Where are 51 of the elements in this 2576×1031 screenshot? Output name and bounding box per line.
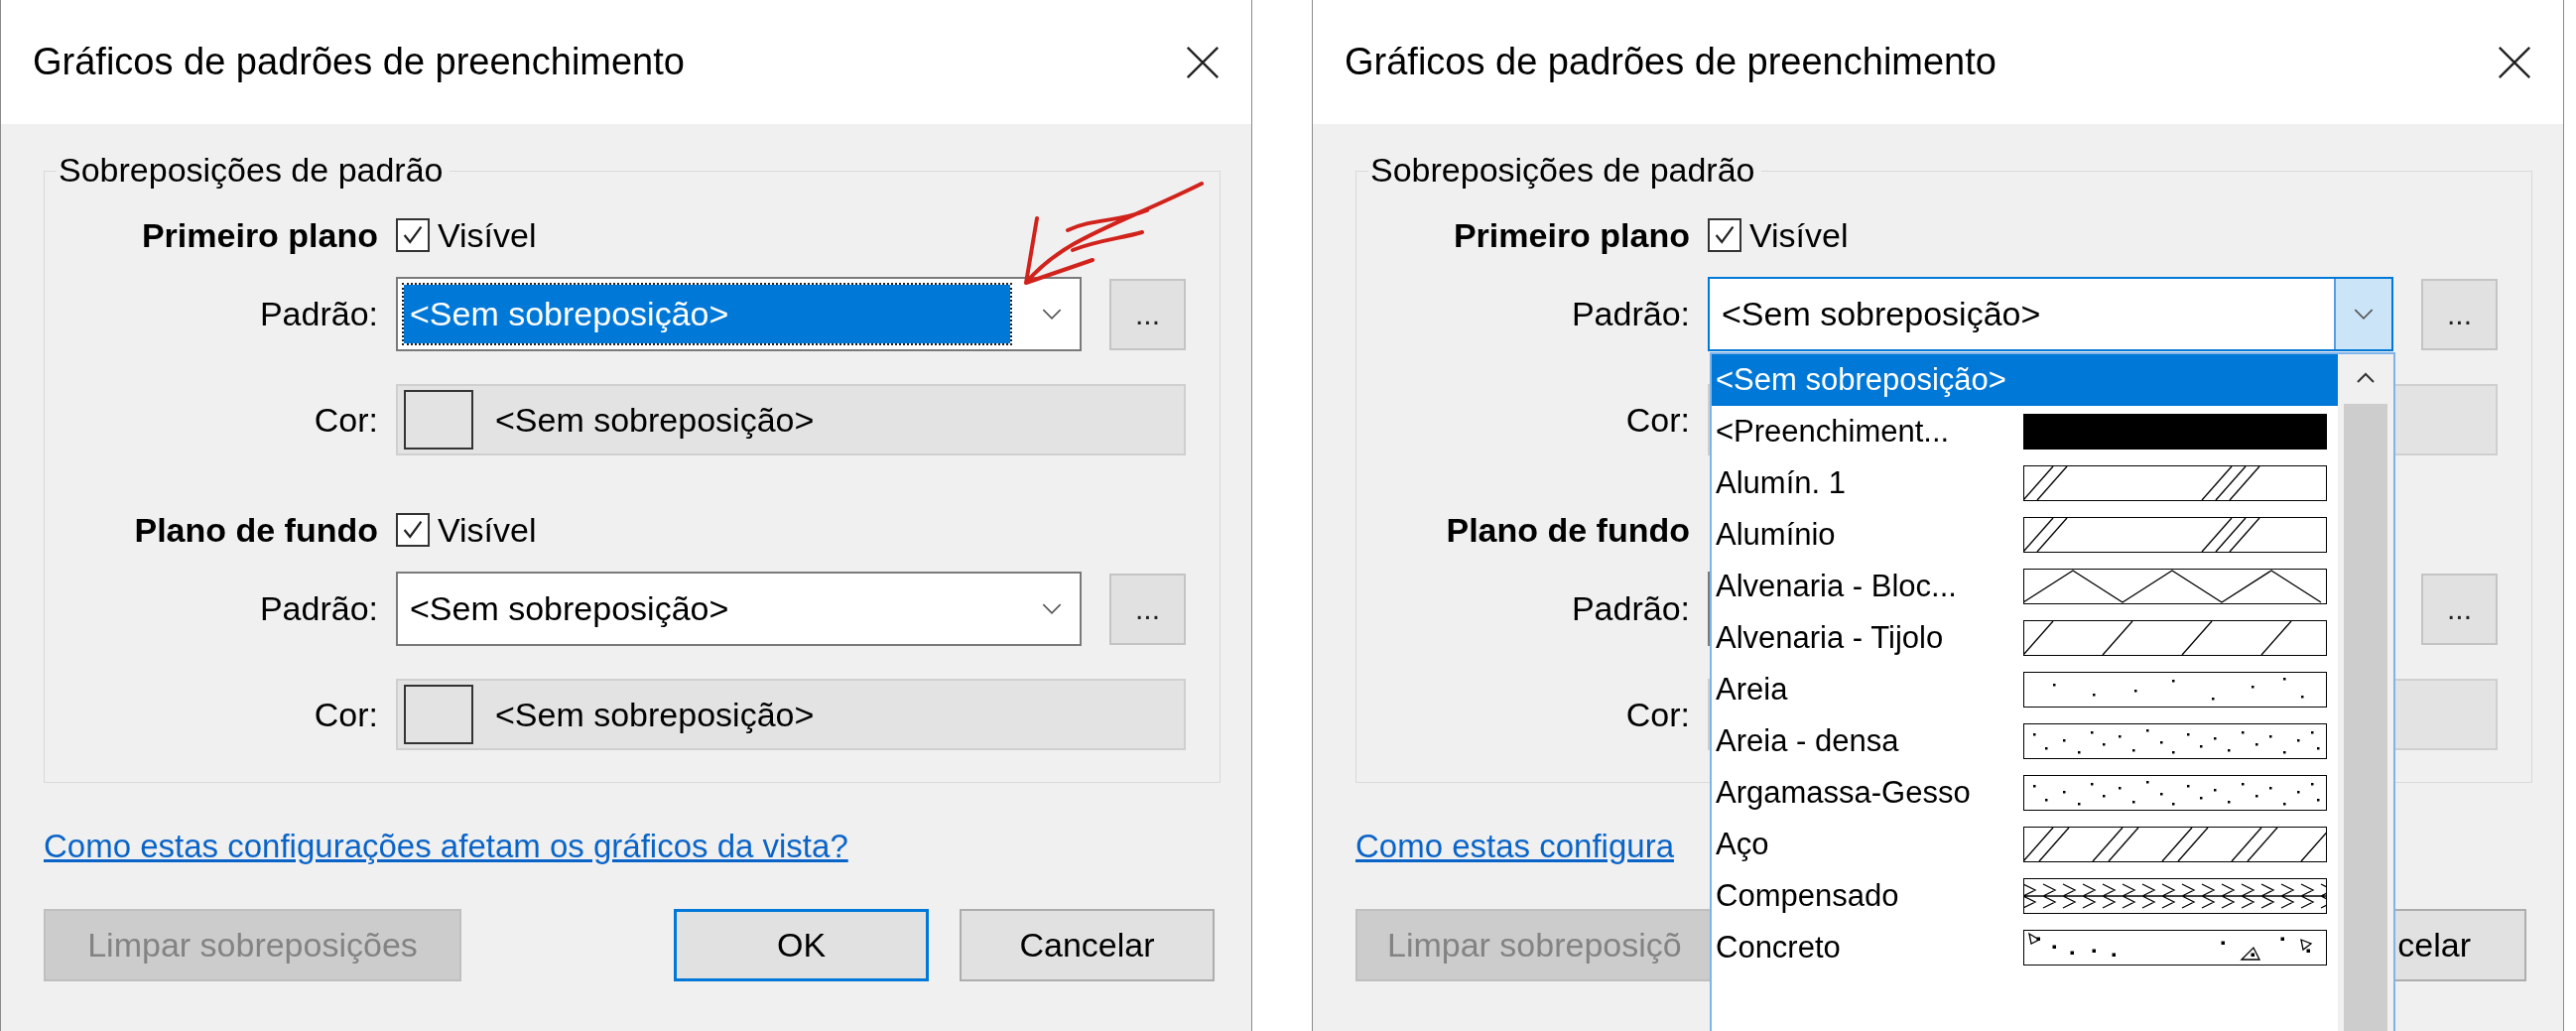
scroll-thumb[interactable] bbox=[2344, 404, 2387, 1031]
field-label: Padrão: bbox=[258, 589, 378, 628]
field-label: Cor: bbox=[313, 400, 378, 440]
browse-button[interactable]: ... bbox=[2421, 278, 2498, 350]
help-link[interactable]: Como estas configurações afetam os gráficos da vista? bbox=[44, 828, 848, 865]
checkbox-label: Visível bbox=[1749, 215, 1849, 255]
color-swatch bbox=[404, 685, 473, 744]
checkbox[interactable] bbox=[396, 513, 430, 547]
color-field[interactable]: <Sem sobreposição> bbox=[396, 384, 1186, 455]
dropdown-field[interactable]: <Sem sobreposição> bbox=[396, 572, 1082, 646]
chevron-down-icon bbox=[1041, 602, 1063, 615]
scrollbar[interactable] bbox=[2338, 354, 2393, 1031]
dropdown-field[interactable]: <Sem sobreposição> bbox=[1708, 277, 2393, 351]
list-option[interactable]: Alumín. 1 bbox=[1712, 457, 2338, 509]
browse-button[interactable]: ... bbox=[1109, 278, 1186, 350]
list-option[interactable]: Areia - densa bbox=[1712, 715, 2338, 767]
browse-button[interactable]: ... bbox=[1109, 573, 1186, 645]
list-option[interactable]: Alvenaria - Tijolo bbox=[1712, 612, 2338, 664]
color-field[interactable]: <Sem sobreposição> bbox=[396, 679, 1186, 750]
list-option[interactable]: Areia bbox=[1712, 664, 2338, 715]
section-heading: Primeiro plano bbox=[140, 215, 378, 255]
section-heading: Plano de fundo bbox=[133, 510, 378, 550]
list-option[interactable]: <Preenchiment... bbox=[1712, 406, 2338, 457]
section-heading: Plano de fundo bbox=[1445, 510, 1690, 550]
window-title: Gráficos de padrões de preenchimento bbox=[1345, 41, 1996, 83]
help-link[interactable]: Como estas configura bbox=[1355, 828, 1674, 865]
field-label: Cor: bbox=[313, 695, 378, 734]
checkbox-label: Visível bbox=[438, 510, 537, 550]
field-label: Padrão: bbox=[258, 295, 378, 333]
browse-button[interactable]: ... bbox=[2421, 573, 2498, 645]
dropdown-field[interactable]: <Sem sobreposição> bbox=[396, 277, 1082, 351]
color-swatch bbox=[404, 390, 473, 450]
ok-button[interactable]: OK bbox=[674, 909, 929, 981]
field-label: Cor: bbox=[1624, 695, 1690, 734]
list-option[interactable]: Alumínio bbox=[1712, 509, 2338, 561]
checkbox[interactable] bbox=[396, 218, 430, 252]
window-title: Gráficos de padrões de preenchimento bbox=[33, 41, 685, 83]
chevron-down-icon bbox=[1041, 308, 1063, 321]
section-heading: Primeiro plano bbox=[1452, 215, 1690, 255]
list-option[interactable]: <Sem sobreposição> bbox=[1712, 354, 2338, 406]
checkbox[interactable] bbox=[1708, 218, 1741, 252]
list-option[interactable]: Argamassa-Gesso bbox=[1712, 767, 2338, 819]
list-option[interactable]: Aço bbox=[1712, 819, 2338, 870]
cancel-button[interactable]: Cancelar bbox=[960, 909, 1215, 981]
field-label: Padrão: bbox=[1570, 295, 1690, 333]
list-option[interactable]: Alvenaria - Bloc... bbox=[1712, 561, 2338, 612]
chevron-down-icon bbox=[2353, 308, 2375, 321]
field-label: Cor: bbox=[1624, 400, 1690, 440]
field-label: Padrão: bbox=[1570, 589, 1690, 628]
checkbox-label: Visível bbox=[438, 215, 537, 255]
caret-up-icon[interactable] bbox=[2356, 372, 2376, 384]
